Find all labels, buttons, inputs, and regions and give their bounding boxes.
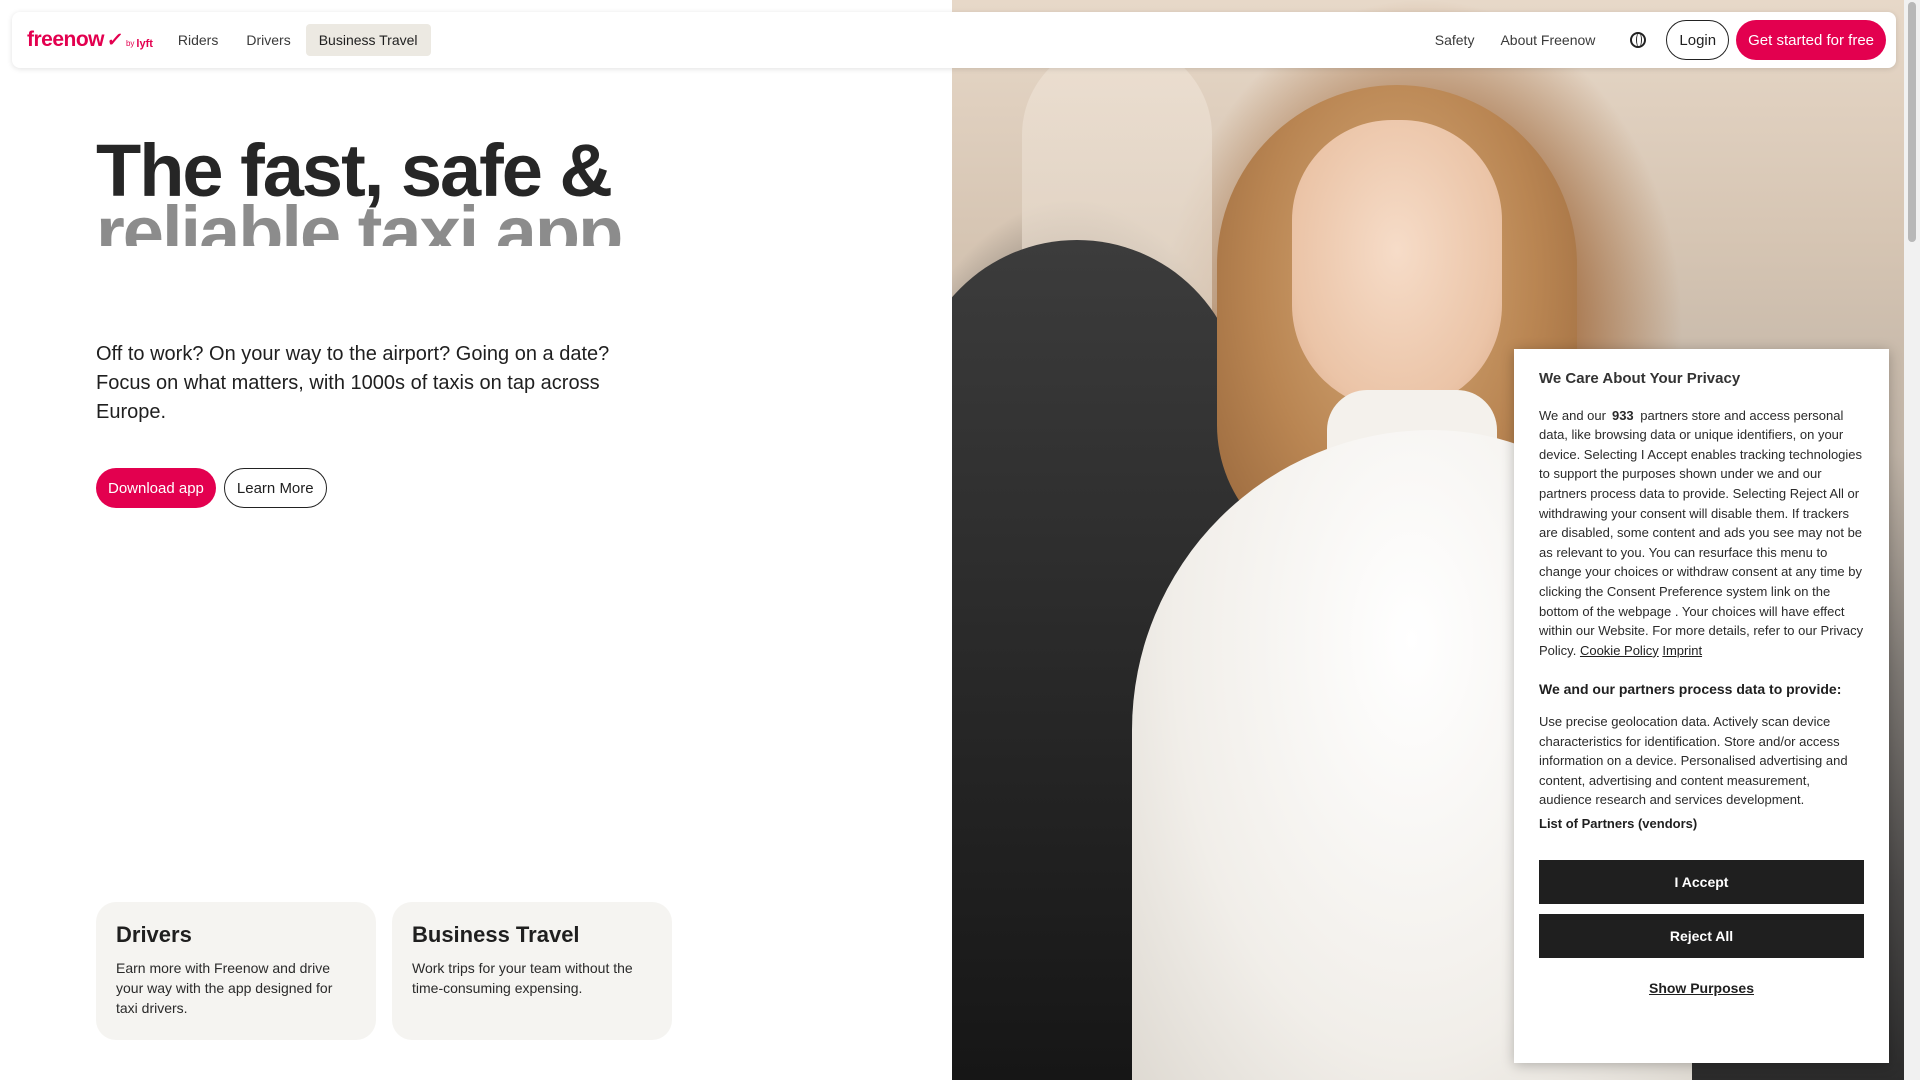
get-started-button[interactable]: Get started for free [1736,20,1886,60]
page-scrollbar[interactable] [1904,0,1920,1080]
nav-drivers[interactable]: Drivers [233,24,303,56]
logo-lyft: lyft [136,38,153,50]
logo-check-icon: ✓ [105,30,125,51]
consent-title: We Care About Your Privacy [1539,370,1741,387]
cookie-consent-dialog: We Care About Your Privacy We and our 933… [1514,349,1889,1063]
site-header: freenow ✓ by lyft Riders Drivers Busines… [12,12,1896,68]
nav-about-freenow[interactable]: About Freenow [1487,24,1608,56]
nav-business-travel[interactable]: Business Travel [305,24,431,56]
card-text: Earn more with Freenow and drive your wa… [116,960,333,1016]
learn-more-button[interactable]: Learn More [223,468,327,508]
consent-intro-body: partners store and access personal data,… [1539,407,1864,658]
show-purposes-link[interactable]: Show Purposes [1539,979,1864,999]
card-business-travel[interactable]: Business Travel Work trips for your team… [392,902,672,1040]
globe-icon[interactable] [1630,32,1647,48]
download-app-button[interactable]: Download app [96,468,216,508]
logo-wordmark: freenow [27,28,105,51]
purposes-heading: We and our partners process data to prov… [1539,681,1842,698]
imprint-link[interactable]: Imprint [1662,643,1702,658]
consent-intro-prefix: We and our [1539,407,1606,423]
scrollbar-thumb[interactable] [1908,2,1916,242]
hero-buttons: Download app Learn More [96,468,327,508]
nav-safety[interactable]: Safety [1422,24,1488,56]
card-title: Business Travel [412,922,580,947]
hero-title-line2: reliable taxi app [96,196,622,246]
reject-all-button[interactable]: Reject All [1539,914,1864,959]
purposes-text: Use precise geolocation data. Actively s… [1539,713,1848,808]
logo-by: by [125,39,135,48]
login-button[interactable]: Login [1666,20,1730,60]
hero-subtitle: Off to work? On your way to the airport?… [96,343,610,423]
card-text: Work trips for your team without the tim… [412,960,633,996]
partner-count: 933 [1611,407,1634,423]
accept-button[interactable]: I Accept [1539,860,1864,905]
hero-title: The fast, safe & reliable taxi app [96,134,622,247]
photo-face [1292,120,1502,410]
nav-riders[interactable]: Riders [165,24,231,56]
card-title: Drivers [116,922,192,947]
consent-intro: We and our 933 partners store and access … [1539,406,1864,661]
cookie-policy-link[interactable]: Cookie Policy [1580,643,1659,658]
vendors-link[interactable]: List of Partners (vendors) [1539,814,1864,834]
card-drivers[interactable]: Drivers Earn more with Freenow and drive… [96,902,376,1040]
freenow-logo[interactable]: freenow ✓ by lyft [27,28,153,52]
